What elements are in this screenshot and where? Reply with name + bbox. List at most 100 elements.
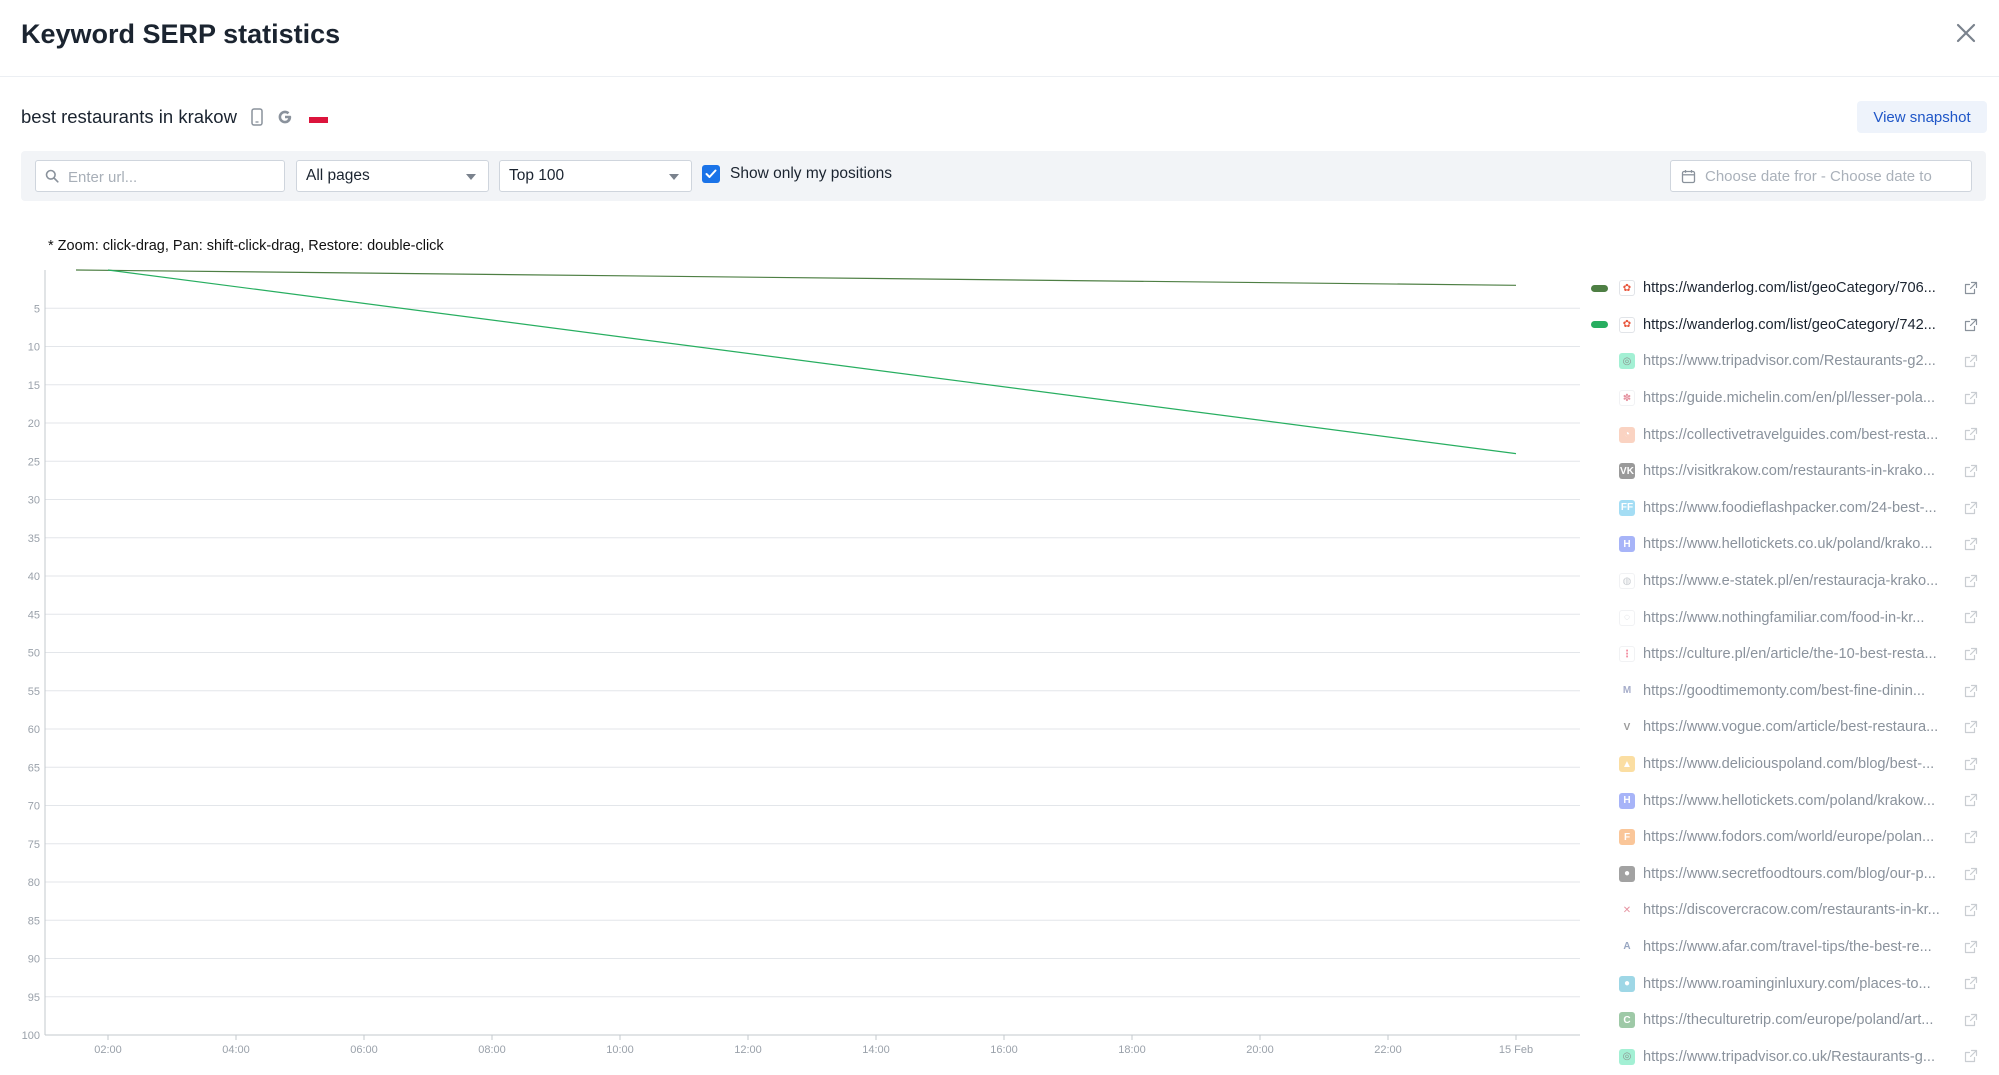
external-link-icon[interactable] (1964, 501, 1978, 515)
legend-item[interactable]: ✕ https://discovercracow.com/restaurants-… (1586, 892, 1996, 929)
legend-item[interactable]: ● https://www.secretfoodtours.com/blog/ou… (1586, 856, 1996, 893)
visitkrakow-icon: VK (1619, 463, 1635, 480)
y-tick-label: 5 (34, 303, 40, 315)
y-tick-label: 40 (28, 571, 40, 583)
url-search-field[interactable] (35, 160, 285, 193)
foodieflashpacker-icon: FF (1619, 499, 1635, 516)
legend-item[interactable]: ▲ https://www.deliciouspoland.com/blog/be… (1586, 746, 1996, 783)
date-range-placeholder: Choose date fror - Choose date to (1705, 168, 1932, 185)
legend-url: https://www.nothingfamiliar.com/food-in-… (1643, 609, 1925, 626)
legend-url: https://culture.pl/en/article/the-10-bes… (1643, 646, 1937, 663)
top-positions-select[interactable]: Top 100 (499, 160, 692, 192)
external-link-icon[interactable] (1964, 537, 1978, 551)
view-snapshot-button[interactable]: View snapshot (1857, 101, 1987, 133)
y-tick-label: 85 (28, 915, 40, 927)
y-tick-label: 50 (28, 648, 40, 660)
y-tick-label: 75 (28, 839, 40, 851)
external-link-icon[interactable] (1964, 976, 1978, 990)
legend-item[interactable]: ◌ https://www.nothingfamiliar.com/food-in… (1586, 599, 1996, 636)
pages-select-value: All pages (306, 167, 370, 184)
external-link-icon[interactable] (1964, 940, 1978, 954)
legend-item[interactable]: ✽ https://guide.michelin.com/en/pl/lesser… (1586, 380, 1996, 417)
legend-item[interactable]: ⋮ https://culture.pl/en/article/the-10-be… (1586, 636, 1996, 673)
legend-item[interactable]: Fhttps://www.fodors.com/world/europe/pol… (1586, 819, 1996, 856)
legend-item[interactable]: ● https://www.roaminginluxury.com/places-… (1586, 965, 1996, 1002)
external-link-icon[interactable] (1964, 830, 1978, 844)
x-tick-label: 18:00 (1118, 1044, 1146, 1056)
legend-url: https://wanderlog.com/list/geoCategory/7… (1643, 280, 1936, 297)
external-link-icon[interactable] (1964, 610, 1978, 624)
legend-item[interactable]: ◍ https://www.e-statek.pl/en/restauracja-… (1586, 563, 1996, 600)
chart-legend: ✿ https://wanderlog.com/list/geoCategory/… (1586, 270, 1996, 1075)
calendar-icon (1681, 170, 1696, 184)
legend-item[interactable]: VK https://visitkrakow.com/restaurants-in… (1586, 453, 1996, 490)
y-tick-label: 60 (28, 724, 40, 736)
legend-item[interactable]: Ahttps://www.afar.com/travel-tips/the-be… (1586, 929, 1996, 966)
legend-item[interactable]: Vhttps://www.vogue.com/article/best-rest… (1586, 709, 1996, 746)
afar-icon: A (1619, 938, 1635, 955)
external-link-icon[interactable] (1964, 793, 1978, 807)
legend-item[interactable]: ◔ https://collectivetravelguides.com/best… (1586, 416, 1996, 453)
external-link-icon[interactable] (1964, 684, 1978, 698)
external-link-icon[interactable] (1964, 281, 1978, 295)
nothingfamiliar-icon: ◌ (1619, 609, 1635, 626)
external-link-icon[interactable] (1964, 1049, 1978, 1063)
legend-item[interactable]: Mhttps://goodtimemonty.com/best-fine-din… (1586, 673, 1996, 710)
url-search-input[interactable] (66, 161, 282, 193)
y-tick-label: 55 (28, 686, 40, 698)
legend-item[interactable]: ◎ https://www.tripadvisor.com/Restaurants… (1586, 343, 1996, 380)
external-link-icon[interactable] (1964, 720, 1978, 734)
external-link-icon[interactable] (1964, 867, 1978, 881)
external-link-icon[interactable] (1964, 1013, 1978, 1027)
legend-item[interactable]: Hhttps://www.hellotickets.com/poland/kra… (1586, 782, 1996, 819)
legend-item[interactable]: ✿ https://wanderlog.com/list/geoCategory/… (1586, 307, 1996, 344)
date-range-picker[interactable]: Choose date fror - Choose date to (1670, 160, 1972, 192)
external-link-icon[interactable] (1964, 647, 1978, 661)
tripadvisor-icon: ◎ (1619, 353, 1635, 370)
show-only-my-positions-toggle[interactable]: Show only my positions (702, 165, 892, 183)
y-tick-label: 35 (28, 533, 40, 545)
external-link-icon[interactable] (1964, 903, 1978, 917)
y-tick-label: 45 (28, 609, 40, 621)
hellotickets-icon: H (1619, 792, 1635, 809)
external-link-icon[interactable] (1964, 427, 1978, 441)
external-link-icon[interactable] (1964, 757, 1978, 771)
y-tick-label: 80 (28, 877, 40, 889)
y-tick-label: 10 (28, 342, 40, 354)
theculturetrip-icon: C (1619, 1012, 1635, 1029)
legend-url: https://www.tripadvisor.com/Restaurants-… (1643, 353, 1936, 370)
modal-header: Keyword SERP statistics (0, 0, 1999, 77)
close-icon (1956, 23, 1976, 43)
external-link-icon[interactable] (1964, 391, 1978, 405)
legend-url: https://www.hellotickets.co.uk/poland/kr… (1643, 536, 1933, 553)
series-line-1[interactable] (75, 269, 1517, 286)
x-tick-label: 10:00 (606, 1044, 634, 1056)
legend-url: https://www.hellotickets.com/poland/krak… (1643, 792, 1936, 809)
legend-item[interactable]: ◎ https://www.tripadvisor.co.uk/Restauran… (1586, 1038, 1996, 1075)
pages-select[interactable]: All pages (296, 160, 489, 192)
series-line-2[interactable] (107, 269, 1517, 455)
x-tick-label: 12:00 (734, 1044, 762, 1056)
position-chart[interactable]: 5 10 15 20 25 30 35 40 45 50 55 60 65 70 75 80 85 90 95 100… (0, 265, 1590, 1065)
deliciouspoland-icon: ▲ (1619, 756, 1635, 773)
legend-url: https://www.foodieflashpacker.com/24-bes… (1643, 499, 1937, 516)
close-button[interactable] (1951, 18, 1981, 48)
legend-url: https://www.vogue.com/article/best-resta… (1643, 719, 1939, 736)
roaminginluxury-icon: ● (1619, 975, 1635, 992)
external-link-icon[interactable] (1964, 574, 1978, 588)
zoom-hint: * Zoom: click-drag, Pan: shift-click-dra… (48, 238, 444, 254)
show-only-my-positions-checkbox[interactable] (702, 165, 720, 183)
legend-item[interactable]: ✿ https://wanderlog.com/list/geoCategory/… (1586, 270, 1996, 307)
legend-item[interactable]: Chttps://theculturetrip.com/europe/polan… (1586, 1002, 1996, 1039)
external-link-icon[interactable] (1964, 318, 1978, 332)
tripadvisor-icon: ◎ (1619, 1048, 1635, 1065)
legend-item[interactable]: Hhttps://www.hellotickets.co.uk/poland/k… (1586, 526, 1996, 563)
legend-item[interactable]: FF https://www.foodieflashpacker.com/24-b… (1586, 490, 1996, 527)
y-tick-label: 30 (28, 495, 40, 507)
culture-pl-icon: ⋮ (1619, 646, 1635, 663)
hellotickets-icon: H (1619, 536, 1635, 553)
external-link-icon[interactable] (1964, 354, 1978, 368)
checkmark-icon (705, 169, 717, 178)
external-link-icon[interactable] (1964, 464, 1978, 478)
x-tick-label: 15 Feb (1499, 1044, 1533, 1056)
